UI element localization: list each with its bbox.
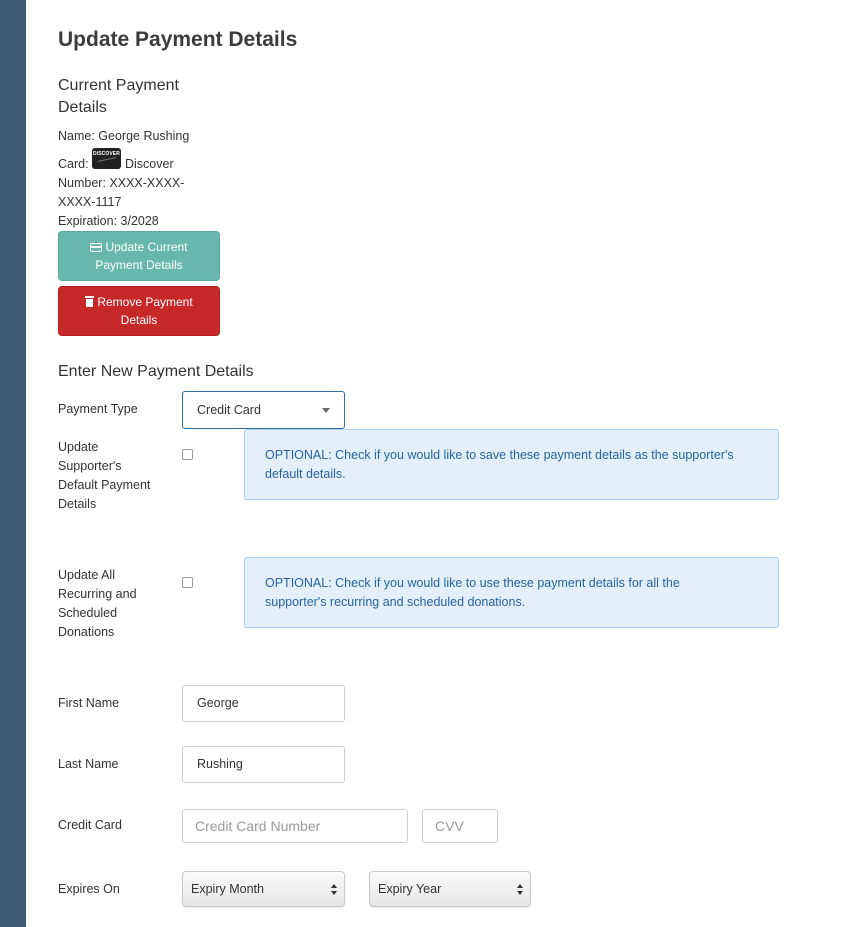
remove-payment-button[interactable]: Remove Payment Details	[58, 286, 220, 336]
recurring-hint-line1: OPTIONAL: Check if you would like to use…	[265, 576, 680, 590]
recurring-label-line2: Recurring and	[58, 587, 137, 601]
default-label-line3: Default Payment	[58, 478, 151, 492]
current-card-label: Card:	[58, 157, 89, 171]
expiry-year-value: Expiry Year	[378, 882, 442, 896]
recurring-label: Update All Recurring and Scheduled Donat…	[58, 566, 137, 642]
update-button-label-2: Payment Details	[95, 258, 183, 272]
discover-card-icon: DISCOVER	[92, 148, 121, 169]
last-name-value: Rushing	[197, 757, 243, 771]
payment-type-select[interactable]: Credit Card	[182, 391, 345, 429]
current-details-heading: Current Payment Details	[58, 77, 179, 116]
cvv-placeholder: CVV	[435, 818, 464, 834]
expires-on-label: Expires On	[58, 882, 120, 896]
card-number-placeholder: Credit Card Number	[195, 818, 321, 834]
first-name-label: First Name	[58, 696, 120, 710]
credit-card-label: Credit Card	[58, 818, 122, 832]
new-details-heading: Enter New Payment Details	[58, 363, 254, 380]
card-number-input[interactable]: Credit Card Number	[182, 809, 408, 843]
expiry-year-select[interactable]: Expiry Year	[369, 871, 531, 907]
default-label-line1: Update	[58, 440, 99, 454]
recurring-label-line1: Update All	[58, 568, 115, 582]
select-arrows-icon	[331, 884, 337, 896]
cvv-input[interactable]: CVV	[422, 809, 498, 843]
expiry-month-select[interactable]: Expiry Month	[182, 871, 345, 907]
default-label-line4: Details	[58, 497, 97, 511]
recurring-hint: OPTIONAL: Check if you would like to use…	[244, 557, 779, 628]
last-name-input[interactable]: Rushing	[182, 746, 345, 783]
credit-card-icon	[90, 243, 103, 252]
current-number-line2: XXXX-1117	[58, 195, 122, 209]
update-current-payment-button[interactable]: Update Current Payment Details	[58, 231, 220, 281]
current-expiration: Expiration: 3/2028	[58, 214, 159, 228]
recurring-hint-line2: supporter's recurring and scheduled dona…	[265, 595, 526, 609]
recurring-label-line4: Donations	[58, 625, 115, 639]
default-label-line2: Supporter's	[58, 459, 122, 473]
current-name: Name: George Rushing	[58, 129, 190, 143]
payment-type-value: Credit Card	[197, 403, 261, 417]
current-number-line1: Number: XXXX-XXXX-	[58, 176, 185, 190]
first-name-value: George	[197, 696, 239, 710]
update-button-label-1: Update Current	[105, 240, 188, 254]
default-payment-label: Update Supporter's Default Payment Detai…	[58, 438, 150, 514]
trash-icon	[85, 296, 95, 307]
current-card-brand: Discover	[125, 157, 174, 171]
card-logo-text: DISCOVER	[93, 151, 120, 157]
last-name-label: Last Name	[58, 757, 119, 771]
remove-button-label-1: Remove Payment	[97, 295, 193, 309]
default-payment-checkbox[interactable]	[182, 449, 193, 460]
first-name-input[interactable]: George	[182, 685, 345, 722]
select-arrows-icon	[517, 884, 523, 896]
caret-down-icon	[322, 408, 330, 413]
default-hint-line2: default details.	[265, 467, 346, 481]
left-sidebar	[0, 0, 26, 927]
expiry-month-value: Expiry Month	[191, 882, 264, 896]
default-payment-hint: OPTIONAL: Check if you would like to sav…	[244, 429, 779, 500]
remove-button-label-2: Details	[120, 313, 158, 327]
recurring-label-line3: Scheduled	[58, 606, 118, 620]
page-title: Update Payment Details	[58, 28, 298, 51]
payment-type-label: Payment Type	[58, 402, 138, 416]
default-hint-line1: OPTIONAL: Check if you would like to sav…	[265, 448, 734, 462]
recurring-checkbox[interactable]	[182, 577, 193, 588]
